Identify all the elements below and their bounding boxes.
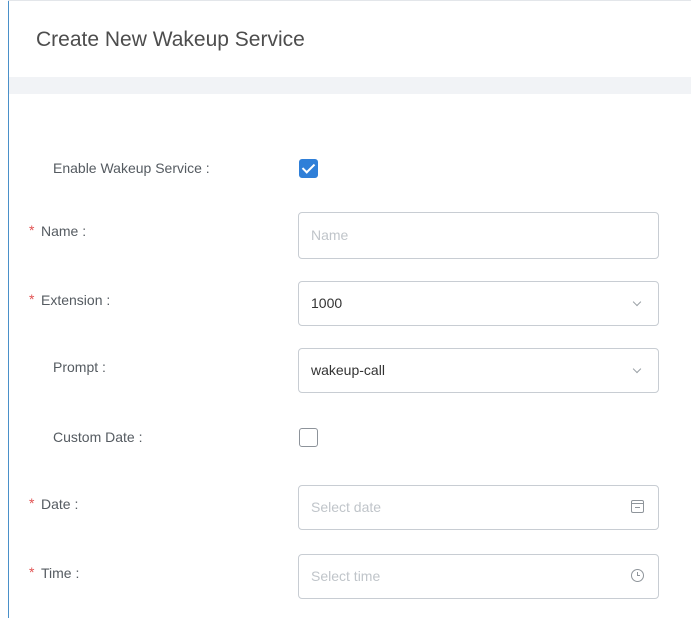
date-placeholder: Select date — [311, 499, 382, 515]
name-input[interactable] — [311, 225, 611, 245]
time-picker[interactable]: Select time — [298, 554, 659, 599]
custom-date-checkbox[interactable] — [299, 428, 318, 447]
date-label: Date : — [41, 496, 79, 512]
name-row: * Name : — [9, 212, 691, 259]
prompt-selected-value: wakeup-call — [311, 362, 385, 378]
clock-icon[interactable] — [631, 569, 644, 582]
calendar-icon[interactable] — [631, 500, 644, 513]
time-placeholder: Select time — [311, 568, 381, 584]
dialog-header: Create New Wakeup Service — [9, 1, 691, 77]
dialog-title: Create New Wakeup Service — [36, 28, 305, 51]
prompt-select[interactable]: wakeup-call — [298, 348, 659, 393]
required-indicator: * — [29, 291, 35, 307]
checkmark-icon — [301, 160, 316, 174]
prompt-row: Prompt : wakeup-call — [9, 348, 691, 393]
chevron-down-icon — [632, 297, 642, 307]
enable-wakeup-service-checkbox[interactable] — [299, 159, 318, 178]
name-field[interactable] — [298, 212, 659, 259]
wakeup-service-dialog: Create New Wakeup Service Enable Wakeup … — [0, 0, 691, 618]
enable-wakeup-service-label: Enable Wakeup Service : — [53, 160, 210, 176]
custom-date-row: Custom Date : — [9, 418, 691, 458]
extension-selected-value: 1000 — [311, 295, 343, 311]
extension-row: * Extension : 1000 — [9, 281, 691, 326]
name-label: Name : — [41, 223, 87, 239]
time-row: * Time : Select time — [9, 554, 691, 599]
prompt-label: Prompt : — [53, 359, 106, 375]
custom-date-label: Custom Date : — [53, 429, 143, 445]
required-indicator: * — [29, 495, 35, 511]
date-row: * Date : Select date — [9, 485, 691, 530]
required-indicator: * — [29, 222, 35, 238]
enable-wakeup-service-row: Enable Wakeup Service : — [9, 149, 691, 189]
extension-select[interactable]: 1000 — [298, 281, 659, 326]
time-label: Time : — [41, 565, 80, 581]
chevron-down-icon — [632, 364, 642, 374]
header-divider-band — [9, 77, 691, 94]
date-picker[interactable]: Select date — [298, 485, 659, 530]
required-indicator: * — [29, 564, 35, 580]
extension-label: Extension : — [41, 292, 111, 308]
